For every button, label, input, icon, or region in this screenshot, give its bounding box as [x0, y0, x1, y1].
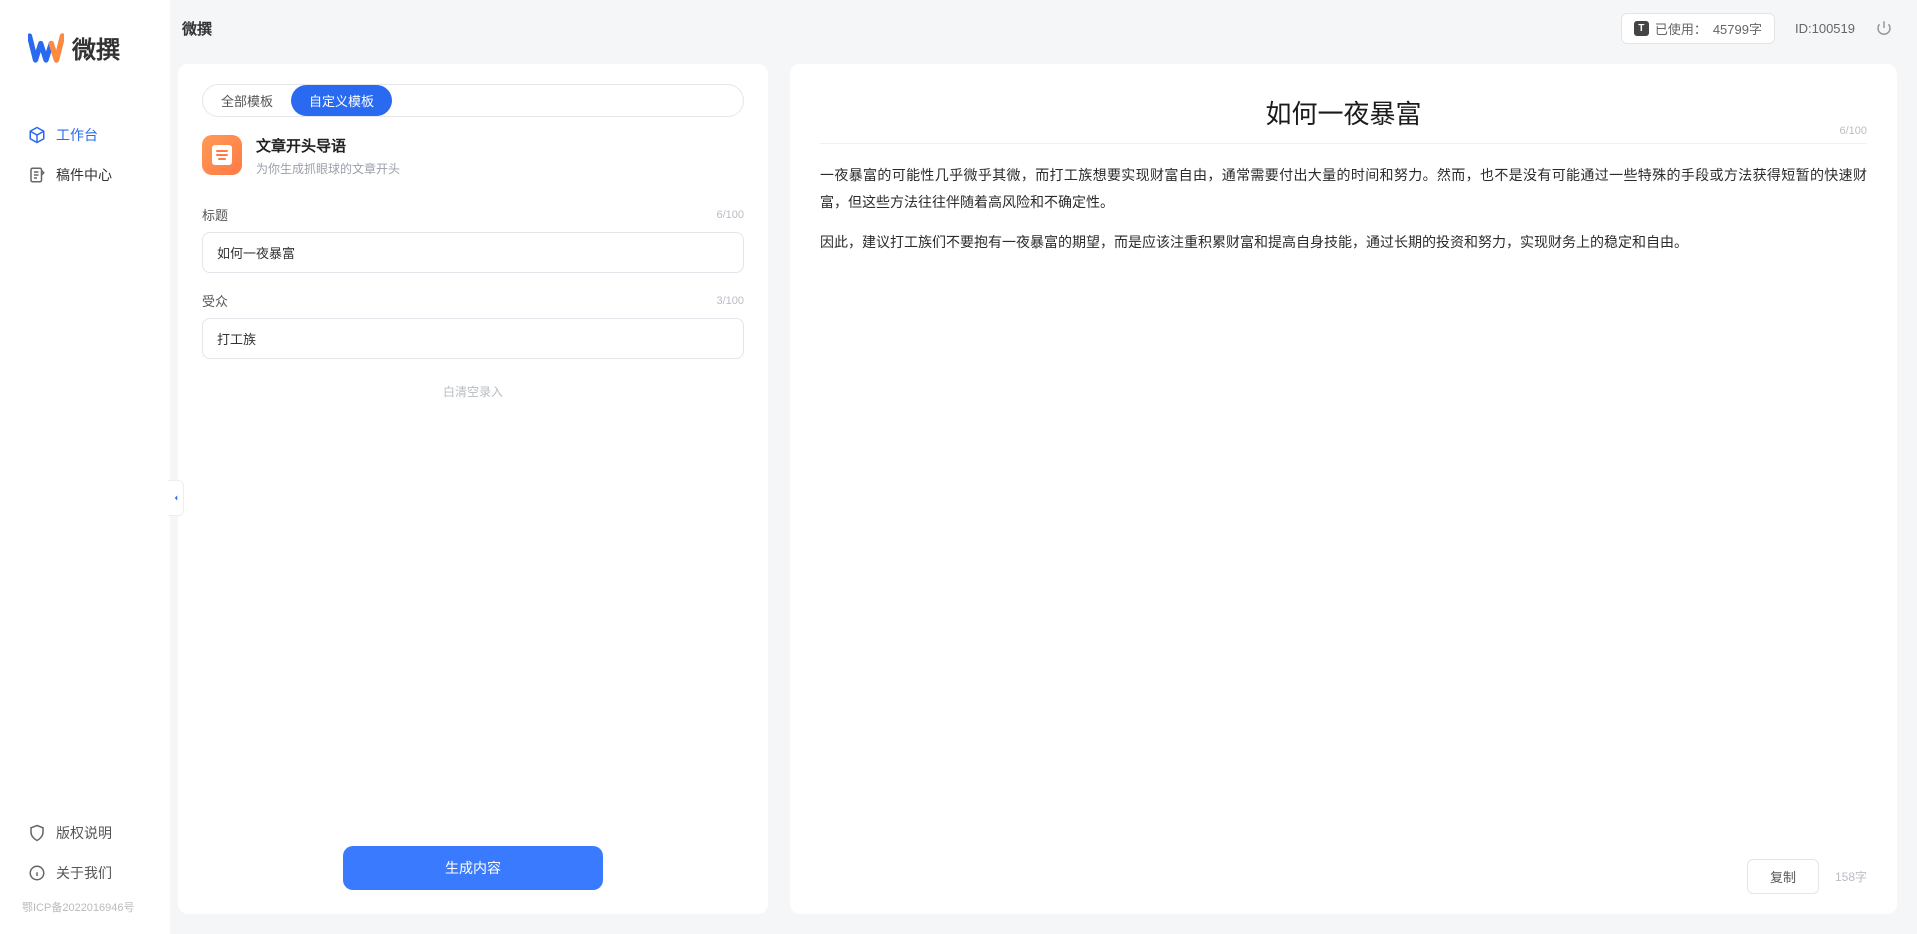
text-count-icon: T [1634, 21, 1649, 36]
field-title-label: 标题 [202, 205, 228, 224]
field-title: 标题 6/100 [202, 205, 744, 273]
output-char-count: 158字 [1835, 868, 1867, 885]
info-icon [28, 864, 46, 882]
tab-all-templates[interactable]: 全部模板 [203, 85, 291, 116]
nav-item-label: 版权说明 [56, 823, 112, 843]
topbar: 微撰 T 已使用： 45799字 ID:100519 [170, 0, 1917, 56]
template-icon [202, 135, 242, 175]
copy-button[interactable]: 复制 [1747, 859, 1819, 894]
nav-bottom: 版权说明 关于我们 鄂ICP备2022016946号 [0, 813, 170, 919]
usage-value: 45799字 [1713, 19, 1762, 38]
shield-icon [28, 824, 46, 842]
nav-item-copyright[interactable]: 版权说明 [0, 813, 170, 853]
nav-item-about[interactable]: 关于我们 [0, 853, 170, 893]
nav-item-label: 关于我们 [56, 863, 112, 883]
nav-item-drafts[interactable]: 稿件中心 [0, 155, 170, 195]
title-input[interactable] [202, 232, 744, 273]
optional-note: 白清空录入 [202, 383, 744, 400]
logo-icon [28, 32, 64, 64]
field-audience: 受众 3/100 [202, 291, 744, 359]
workbench-icon [28, 126, 46, 144]
drafts-icon [28, 166, 46, 184]
output-title-count: 6/100 [1839, 125, 1867, 137]
sidebar: 微撰 工作台 稿件中心 版权说明 [0, 0, 170, 934]
output-paragraph: 一夜暴富的可能性几乎微乎其微，而打工族想要实现财富自由，通常需要付出大量的时间和… [820, 162, 1867, 215]
nav-item-workbench[interactable]: 工作台 [0, 115, 170, 155]
usage-prefix: 已使用： [1655, 19, 1707, 38]
sidebar-collapse-handle[interactable] [168, 480, 184, 516]
page-title: 微撰 [182, 18, 212, 39]
generate-button[interactable]: 生成内容 [343, 846, 603, 890]
user-id: ID:100519 [1795, 21, 1855, 36]
output-footer: 复制 158字 [1747, 859, 1867, 894]
template-desc: 为你生成抓眼球的文章开头 [256, 160, 400, 177]
main: 微撰 T 已使用： 45799字 ID:100519 全部模板 自定 [170, 0, 1917, 934]
logo: 微撰 [0, 30, 170, 115]
nav-item-label: 工作台 [56, 125, 98, 145]
power-button[interactable] [1875, 19, 1893, 37]
logo-text: 微撰 [72, 30, 120, 65]
icp-text: 鄂ICP备2022016946号 [0, 893, 170, 915]
template-tabs: 全部模板 自定义模板 [202, 84, 744, 117]
template-card: 文章开头导语 为你生成抓眼球的文章开头 [202, 135, 744, 177]
usage-badge[interactable]: T 已使用： 45799字 [1621, 13, 1775, 44]
field-title-count: 6/100 [716, 209, 744, 221]
input-panel: 全部模板 自定义模板 文章开头导语 为你生成抓眼球的文章开头 标题 6/ [178, 64, 768, 914]
content-area: 全部模板 自定义模板 文章开头导语 为你生成抓眼球的文章开头 标题 6/ [170, 56, 1917, 934]
output-title: 如何一夜暴富 [820, 94, 1867, 131]
nav-main: 工作台 稿件中心 [0, 115, 170, 813]
output-body: 一夜暴富的可能性几乎微乎其微，而打工族想要实现财富自由，通常需要付出大量的时间和… [820, 162, 1867, 270]
field-audience-count: 3/100 [716, 295, 744, 307]
output-panel: 如何一夜暴富 6/100 一夜暴富的可能性几乎微乎其微，而打工族想要实现财富自由… [790, 64, 1897, 914]
output-paragraph: 因此，建议打工族们不要抱有一夜暴富的期望，而是应该注重积累财富和提高自身技能，通… [820, 229, 1867, 256]
nav-item-label: 稿件中心 [56, 165, 112, 185]
field-audience-label: 受众 [202, 291, 228, 310]
audience-input[interactable] [202, 318, 744, 359]
output-header: 如何一夜暴富 6/100 [820, 84, 1867, 144]
tab-custom-templates[interactable]: 自定义模板 [291, 85, 392, 116]
template-title: 文章开头导语 [256, 135, 400, 156]
